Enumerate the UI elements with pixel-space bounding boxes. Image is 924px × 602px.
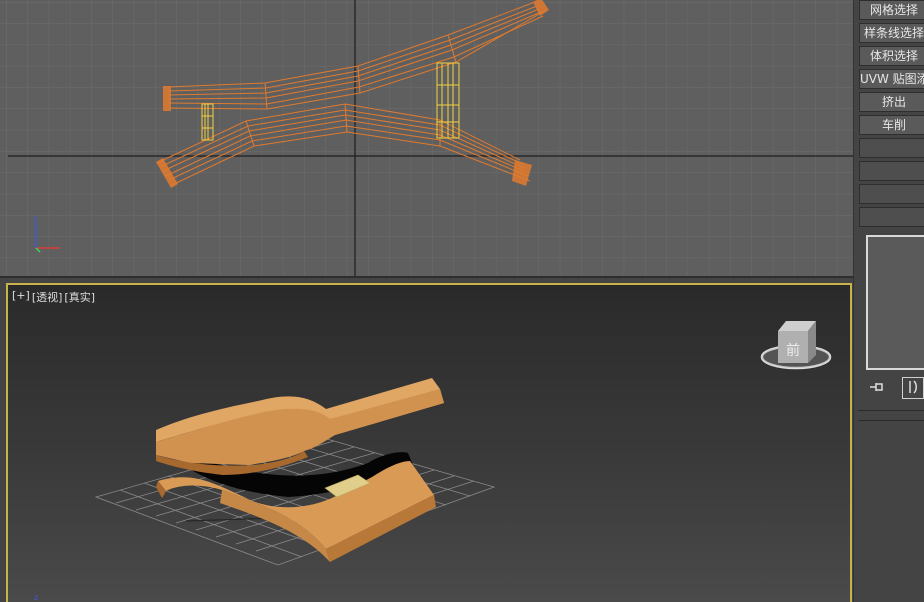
modifier-stack-list[interactable] <box>866 235 924 370</box>
axis-label-z-top: z <box>33 214 37 223</box>
viewcube: 前 <box>760 321 832 370</box>
panel-divider <box>858 410 924 411</box>
perspective-viewport[interactable]: [+] [透视] [真实] 前 z <box>6 283 852 602</box>
pin-stack-icon[interactable] <box>868 380 886 396</box>
modifier-volume-select-button[interactable]: 体积选择 <box>859 46 924 66</box>
viewcube-face-label: 前 <box>786 342 800 359</box>
modifier-empty-slot-3[interactable] <box>859 184 924 204</box>
top-viewport-canvas: z <box>0 0 853 278</box>
modifier-empty-slot-4[interactable] <box>859 207 924 227</box>
top-viewport[interactable]: z <box>0 0 853 278</box>
modifier-empty-slot-1[interactable] <box>859 138 924 158</box>
modifier-uvw-map-add-button[interactable]: UVW 贴图添加 <box>859 69 924 89</box>
modifier-lathe-button[interactable]: 车削 <box>859 115 924 135</box>
perspective-viewport-canvas: 前 z <box>34 321 832 602</box>
modifier-empty-slot-2[interactable] <box>859 161 924 181</box>
modifier-spline-select-button[interactable]: 样条线选择 <box>859 23 924 43</box>
show-end-result-icon[interactable] <box>902 377 924 399</box>
command-panel: 网格选择 样条线选择 体积选择 UVW 贴图添加 挤出 车削 <box>853 0 924 602</box>
modifier-mesh-select-button[interactable]: 网格选择 <box>859 0 924 20</box>
axis-label-z-persp: z <box>34 593 38 602</box>
panel-divider <box>858 420 924 421</box>
upper-end-cap <box>163 86 171 111</box>
modifier-extrude-button[interactable]: 挤出 <box>859 92 924 112</box>
